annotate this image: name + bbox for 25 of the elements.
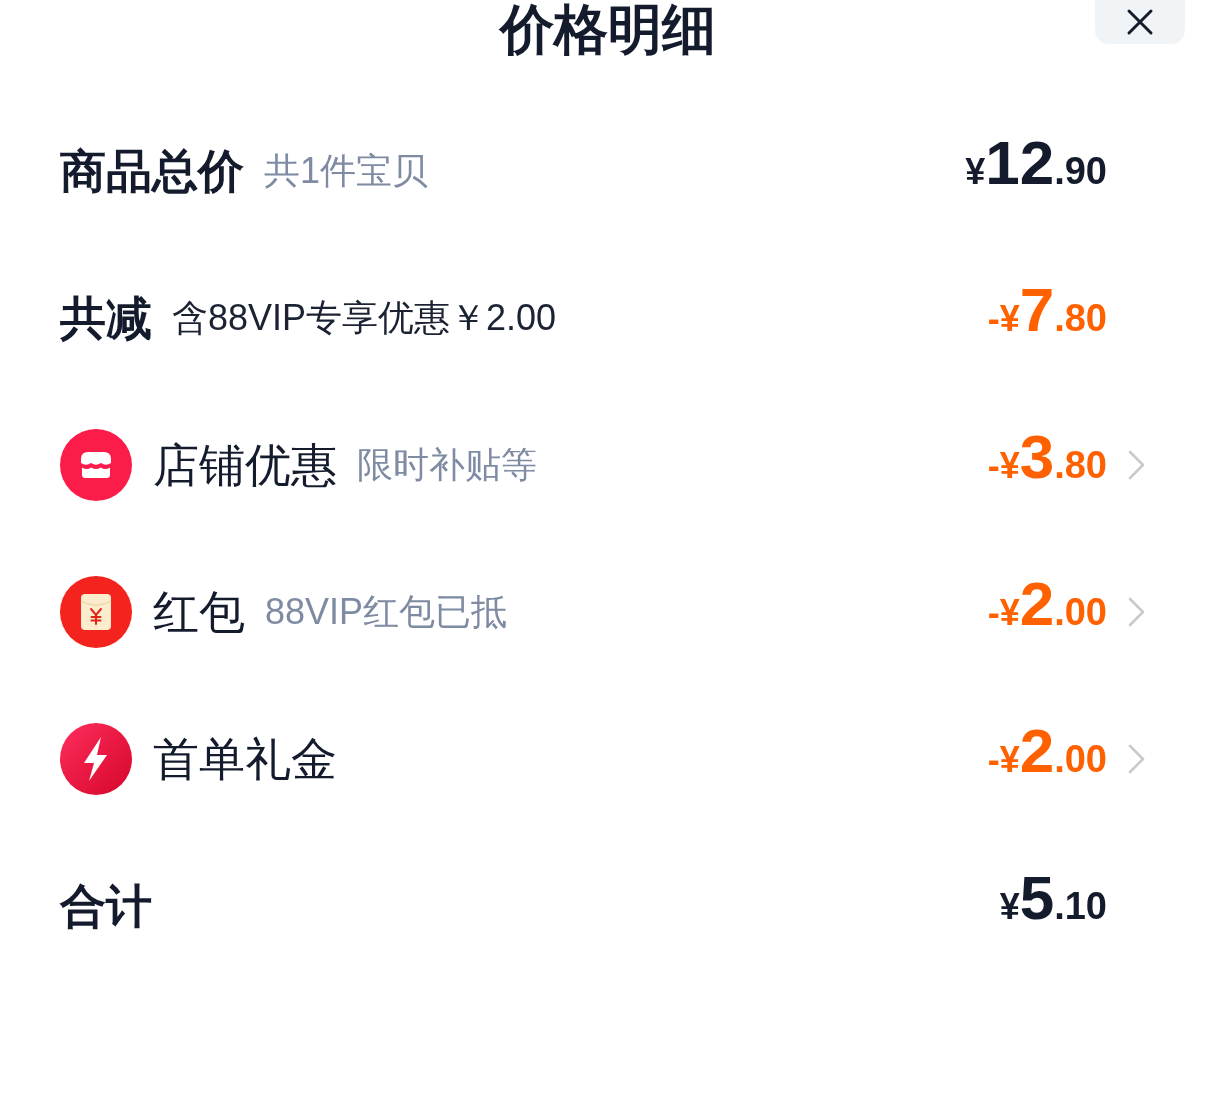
price-amount: ¥5.10 (999, 865, 1107, 934)
row-label: 共减 (60, 290, 152, 346)
row-label: 合计 (60, 878, 152, 934)
price-amount: -¥3.80 (987, 424, 1107, 493)
lightning-icon (60, 722, 132, 795)
price-amount: -¥2.00 (987, 718, 1107, 787)
chevron-icon[interactable] (1128, 743, 1145, 774)
close-button[interactable] (1095, 0, 1185, 44)
price-amount: -¥2.00 (987, 571, 1107, 640)
row-label: 首单礼金 (153, 731, 337, 787)
chevron-icon[interactable] (1128, 449, 1145, 480)
row-label: 红包 (153, 584, 245, 640)
store-icon (60, 428, 132, 501)
row-note: 含88VIP专享优惠￥2.00 (172, 295, 557, 340)
price-amount: -¥7.80 (987, 277, 1107, 346)
row-note: 88VIP红包已抵 (265, 589, 508, 634)
close-icon (1126, 8, 1154, 36)
row-label: 商品总价 (60, 143, 244, 199)
chevron-icon[interactable] (1128, 596, 1145, 627)
row-note: 限时补贴等 (357, 442, 537, 487)
row-label: 店铺优惠 (153, 437, 337, 493)
price-amount: ¥12.90 (965, 130, 1107, 199)
row-note: 共1件宝贝 (264, 148, 429, 193)
envelope-icon (60, 575, 132, 648)
sheet-title: 价格明细 (499, 0, 716, 58)
